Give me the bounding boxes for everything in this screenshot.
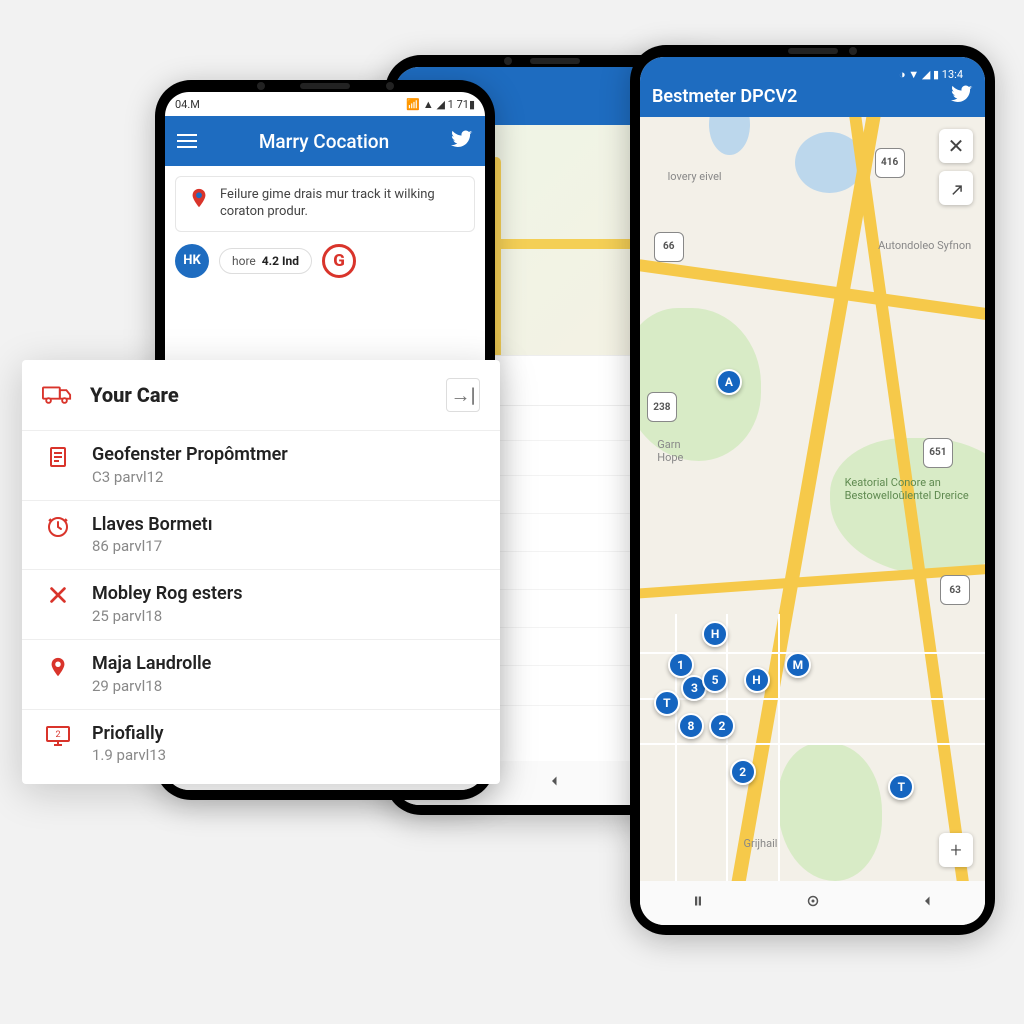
- item-subtitle: 86 parvl17: [92, 537, 213, 555]
- chip-rating[interactable]: hore 4.2 Ind: [219, 248, 312, 274]
- item-title: Mobley Rog esters: [92, 584, 242, 605]
- route-shield: 651: [923, 438, 953, 468]
- collapse-button[interactable]: →|: [446, 378, 480, 412]
- clock-icon: [44, 515, 72, 539]
- map-pin[interactable]: T: [654, 690, 680, 716]
- doc-icon: [44, 445, 72, 469]
- map-label: Grijhail: [744, 837, 778, 850]
- route-shield: 416: [875, 148, 905, 178]
- map-label: Keatorial Conore an Bestowelloûlentel Dr…: [845, 476, 975, 502]
- map-label: lovery eivel: [668, 170, 722, 183]
- twitter-icon[interactable]: [951, 83, 973, 109]
- map-pin[interactable]: T: [888, 774, 914, 800]
- location-pin-icon: [188, 187, 210, 209]
- refresh-icon[interactable]: G: [322, 244, 356, 278]
- map-pin[interactable]: A: [716, 369, 742, 395]
- svg-text:2: 2: [55, 730, 60, 740]
- map-pin[interactable]: 2: [709, 713, 735, 739]
- appbar-p3: ◑ ▼ ◢ ▮ 13:4 Bestmeter DPCV2: [640, 57, 985, 117]
- map-pin[interactable]: H: [702, 621, 728, 647]
- statusbar-p1: 04.M 📶▲ ◢ 1 71▮: [165, 92, 485, 116]
- item-subtitle: 1.9 parvl13: [92, 746, 166, 764]
- close-button[interactable]: ✕: [939, 129, 973, 163]
- pin-icon: [44, 654, 72, 680]
- item-title: Llaves Bormetı: [92, 515, 213, 536]
- route-shield: 66: [654, 232, 684, 262]
- map-pin[interactable]: 8: [678, 713, 704, 739]
- route-shield: 63: [940, 575, 970, 605]
- map-label: Garn Hope: [657, 438, 707, 464]
- nav-recents-icon[interactable]: [689, 892, 707, 914]
- appbar-p1: Marry Cocation: [165, 116, 485, 166]
- info-text: Feilure gime drais mur track it wilking …: [220, 187, 462, 221]
- map-pin[interactable]: 5: [702, 667, 728, 693]
- list-item[interactable]: Geofenster Propômtmer C3 parvl12: [22, 431, 500, 500]
- map-pin[interactable]: H: [744, 667, 770, 693]
- nav-back-icon[interactable]: [919, 892, 937, 914]
- monitor-icon: 2: [44, 724, 72, 748]
- truck-icon: [42, 381, 72, 410]
- status-right: ▲ ◢ 1 71▮: [423, 98, 475, 111]
- nav-home-icon[interactable]: [804, 892, 822, 914]
- route-shield: 238: [647, 392, 677, 422]
- item-subtitle: 25 parvl18: [92, 607, 242, 625]
- item-subtitle: C3 parvl12: [92, 468, 288, 486]
- map-label: Autondoleo Syfnon: [861, 239, 971, 252]
- android-nav: [640, 881, 985, 925]
- twitter-icon[interactable]: [451, 128, 473, 154]
- your-care-card: Your Care →| Geofenster Propômtmer C3 pa…: [22, 360, 500, 784]
- chip-value: 4.2 Ind: [262, 254, 299, 268]
- item-title: Priofially: [92, 724, 166, 745]
- list-item[interactable]: Mobley Rog esters 25 parvl18: [22, 570, 500, 639]
- zoom-in-button[interactable]: +: [939, 833, 973, 867]
- map-pin[interactable]: 2: [730, 759, 756, 785]
- share-button[interactable]: [939, 171, 973, 205]
- x-icon: [44, 584, 72, 606]
- map-pin[interactable]: 1: [668, 652, 694, 678]
- item-subtitle: 29 parvl18: [92, 677, 211, 695]
- list-item[interactable]: Llaves Bormetı 86 parvl17: [22, 501, 500, 570]
- list-item[interactable]: Maja Lанdrolle 29 parvl18: [22, 640, 500, 709]
- map-p3[interactable]: ✕ + 416 66 238 651 63 lovery eivel Auton…: [640, 117, 985, 881]
- statusbar-p3: ◑ ▼ ◢ ▮ 13:4: [652, 65, 973, 83]
- item-title: Geofenster Propômtmer: [92, 445, 288, 466]
- chip-hk[interactable]: HK: [175, 244, 209, 278]
- nav-back-icon[interactable]: [546, 772, 564, 794]
- card-title: Your Care: [90, 383, 179, 407]
- chip-hore-label: hore: [232, 254, 256, 268]
- menu-icon[interactable]: [177, 134, 197, 148]
- info-card: Feilure gime drais mur track it wilking …: [175, 176, 475, 232]
- list-item[interactable]: 2 Priofially 1.9 parvl13: [22, 710, 500, 779]
- status-time: 04.M: [175, 98, 200, 111]
- status-right: ◑ ▼ ◢ ▮ 13:4: [899, 68, 963, 81]
- title-p3: Bestmeter DPCV2: [652, 86, 951, 107]
- phone-right: ◑ ▼ ◢ ▮ 13:4 Bestmeter DPCV2: [630, 45, 995, 935]
- card-header: Your Care →|: [22, 360, 500, 430]
- map-pin[interactable]: M: [785, 652, 811, 678]
- chip-row: HK hore 4.2 Ind G: [165, 242, 485, 288]
- item-title: Maja Lанdrolle: [92, 654, 211, 675]
- app-title: Marry Cocation: [209, 130, 439, 153]
